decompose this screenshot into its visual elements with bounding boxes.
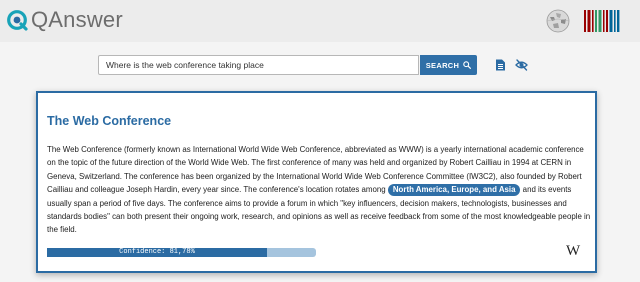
confidence-bar: Confidence: 81,78% bbox=[47, 248, 316, 257]
top-bar: QAnswer bbox=[0, 0, 640, 42]
search-button[interactable]: SEARCH bbox=[420, 55, 477, 75]
search-button-label: SEARCH bbox=[425, 60, 460, 70]
app-name: QAnswer bbox=[31, 7, 123, 32]
answer-card: The Web Conference The Web Conference (f… bbox=[36, 91, 597, 273]
wikipedia-w-icon[interactable]: W bbox=[566, 243, 580, 259]
search-bar: SEARCH bbox=[0, 52, 640, 78]
confidence-label: Confidence: 81,78% bbox=[119, 248, 195, 256]
qanswer-logo-icon bbox=[7, 10, 28, 31]
wikipedia-globe-icon[interactable] bbox=[546, 9, 570, 33]
document-icon[interactable] bbox=[495, 59, 506, 71]
qanswer-logo[interactable]: QAnswer bbox=[6, 6, 123, 34]
answer-highlight: North America, Europe, and Asia bbox=[387, 184, 521, 197]
wikidata-barcode-icon[interactable] bbox=[584, 10, 622, 32]
search-input[interactable] bbox=[98, 55, 419, 75]
answer-title: The Web Conference bbox=[47, 114, 172, 128]
search-icon bbox=[463, 61, 472, 69]
answer-description: The Web Conference (formerly known as In… bbox=[47, 143, 592, 237]
eye-slash-icon[interactable] bbox=[515, 59, 528, 71]
